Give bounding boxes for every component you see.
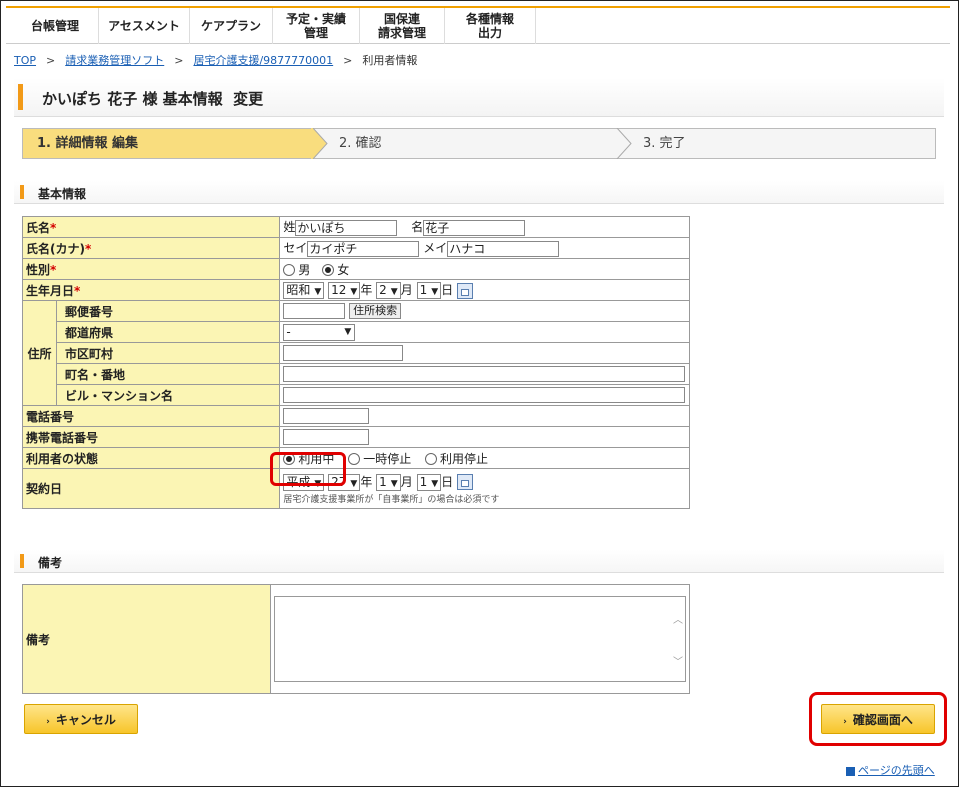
contract-hint: 居宅介護支援事業所が「自事業所」の場合は必須です	[283, 494, 500, 505]
kana-mei-input[interactable]: ハナコ	[447, 240, 560, 257]
title-accent	[18, 84, 23, 110]
breadcrumb-office-link[interactable]: 居宅介護支援/9877770001	[193, 54, 333, 67]
birth-era-select[interactable]: 昭和 ▼	[283, 282, 325, 299]
scroll-down-icon[interactable]: ﹀	[673, 653, 683, 668]
row-building: ビル・マンション名	[23, 384, 690, 406]
nav-output[interactable]: 各種情報 出力	[445, 8, 536, 44]
chevron-down-icon: ▼	[390, 287, 398, 297]
status-stopped-radio[interactable]	[425, 453, 438, 465]
birth-year-select[interactable]: 12 ▼	[328, 282, 361, 299]
city-input[interactable]	[283, 345, 404, 361]
chevron-right-icon: ›	[46, 717, 50, 727]
building-input[interactable]	[283, 387, 686, 403]
calendar-icon[interactable]	[457, 474, 474, 490]
prefecture-select[interactable]: - ▼	[283, 323, 356, 341]
postal-code-input[interactable]	[283, 303, 346, 319]
chevron-down-icon: ▼	[431, 287, 439, 297]
nav-assessment[interactable]: アセスメント	[99, 8, 190, 44]
chevron-down-icon: ▼	[350, 478, 358, 489]
section-remarks: 備考	[14, 550, 944, 573]
gender-male-radio[interactable]	[283, 264, 296, 276]
remarks-table: 備考 ︿ ﹀	[22, 584, 690, 694]
address-group-label: 住所	[22, 300, 57, 406]
step-arrow-2	[616, 128, 632, 159]
row-prefecture: 都道府県 - ▼	[23, 321, 690, 343]
section-basic-info: 基本情報	[14, 181, 944, 204]
row-contract: 契約日 平成 ▼ 27 ▼ 年 1 ▼ 月 1 ▼ 日 居宅介護支援事業所が「自事業所」の場合…	[21, 468, 690, 509]
arrow-up-icon	[846, 766, 855, 776]
row-name: 氏名* 姓かいぽち 名花子	[21, 216, 690, 238]
chevron-down-icon: ▼	[431, 478, 439, 489]
row-kana: 氏名(カナ)* セイ カイポチ メイ ハナコ	[21, 237, 690, 259]
step-2-confirm: 2. 確認	[339, 136, 382, 151]
chevron-down-icon: ▼	[390, 478, 398, 489]
gender-female-radio[interactable]	[322, 264, 335, 276]
step-indicator: 1. 詳細情報 編集 2. 確認 3. 完了	[22, 128, 936, 159]
section-remarks-title: 備考	[38, 556, 63, 570]
birth-month-select[interactable]: 2 ▼	[376, 282, 401, 299]
contract-day-select[interactable]: 1 ▼	[416, 473, 442, 491]
row-gender: 性別* 男 女	[21, 258, 690, 280]
remarks-textarea[interactable]: ︿ ﹀	[274, 596, 686, 682]
row-mobile: 携帯電話番号	[21, 426, 690, 448]
cancel-button[interactable]: › キャンセル	[24, 704, 138, 734]
row-postal: 住所 郵便番号 住所検索	[22, 300, 690, 406]
kana-sei-input[interactable]: カイポチ	[307, 240, 420, 257]
name-sei-input[interactable]: かいぽち	[295, 219, 398, 236]
chevron-down-icon: ▼	[344, 326, 352, 337]
row-street: 町名・番地	[23, 363, 690, 385]
step-arrow-1	[311, 128, 328, 159]
page-top-link[interactable]: ページの先頭へ	[846, 762, 935, 778]
nav-schedule[interactable]: 予定・実績 管理	[273, 8, 360, 44]
contract-month-select[interactable]: 1 ▼	[376, 473, 401, 491]
section-basic-title: 基本情報	[38, 187, 87, 201]
highlight-status-active	[270, 452, 346, 486]
name-mei-input[interactable]: 花子	[423, 219, 526, 236]
step-1-edit: 1. 詳細情報 編集	[23, 129, 313, 158]
row-phone: 電話番号	[21, 405, 690, 427]
page-title-bar: かいぽち 花子 様 基本情報 変更	[14, 78, 944, 117]
calendar-icon[interactable]	[457, 282, 474, 299]
nav-careplan[interactable]: ケアプラン	[190, 8, 273, 44]
breadcrumb: TOP > 請求業務管理ソフト > 居宅介護支援/9877770001 > 利用者情報	[14, 54, 418, 67]
basic-info-form: 氏名* 姓かいぽち 名花子 氏名(カナ)* セイ カイポチ メイ ハナコ 性別* 男…	[21, 216, 690, 509]
row-birth: 生年月日* 昭和 ▼ 12 ▼ 年 2 ▼ 月 1 ▼ 日	[21, 279, 690, 301]
page-title: かいぽち 花子 様 基本情報 変更	[42, 90, 264, 108]
birth-day-select[interactable]: 1 ▼	[416, 282, 442, 299]
nav-ledger[interactable]: 台帳管理	[6, 8, 99, 44]
chevron-down-icon: ▼	[314, 287, 322, 297]
breadcrumb-top-link[interactable]: TOP	[14, 54, 36, 67]
chevron-down-icon: ▼	[350, 287, 358, 297]
breadcrumb-current: 利用者情報	[362, 54, 418, 67]
step-3-complete: 3. 完了	[643, 136, 686, 151]
scroll-up-icon[interactable]: ︿	[673, 611, 683, 626]
mobile-input[interactable]	[283, 429, 370, 445]
phone-input[interactable]	[283, 408, 370, 424]
breadcrumb-billing-link[interactable]: 請求業務管理ソフト	[65, 54, 164, 67]
nav-billing[interactable]: 国保連 請求管理	[360, 8, 445, 44]
status-paused-radio[interactable]	[348, 453, 361, 465]
highlight-confirm-button	[809, 692, 947, 746]
row-city: 市区町村	[23, 342, 690, 364]
street-input[interactable]	[283, 366, 686, 382]
row-status: 利用者の状態 利用中 一時停止 利用停止	[21, 447, 690, 469]
main-nav: 台帳管理 アセスメント ケアプラン 予定・実績 管理 国保連 請求管理 各種情報…	[6, 6, 950, 44]
address-search-button[interactable]: 住所検索	[349, 303, 402, 319]
